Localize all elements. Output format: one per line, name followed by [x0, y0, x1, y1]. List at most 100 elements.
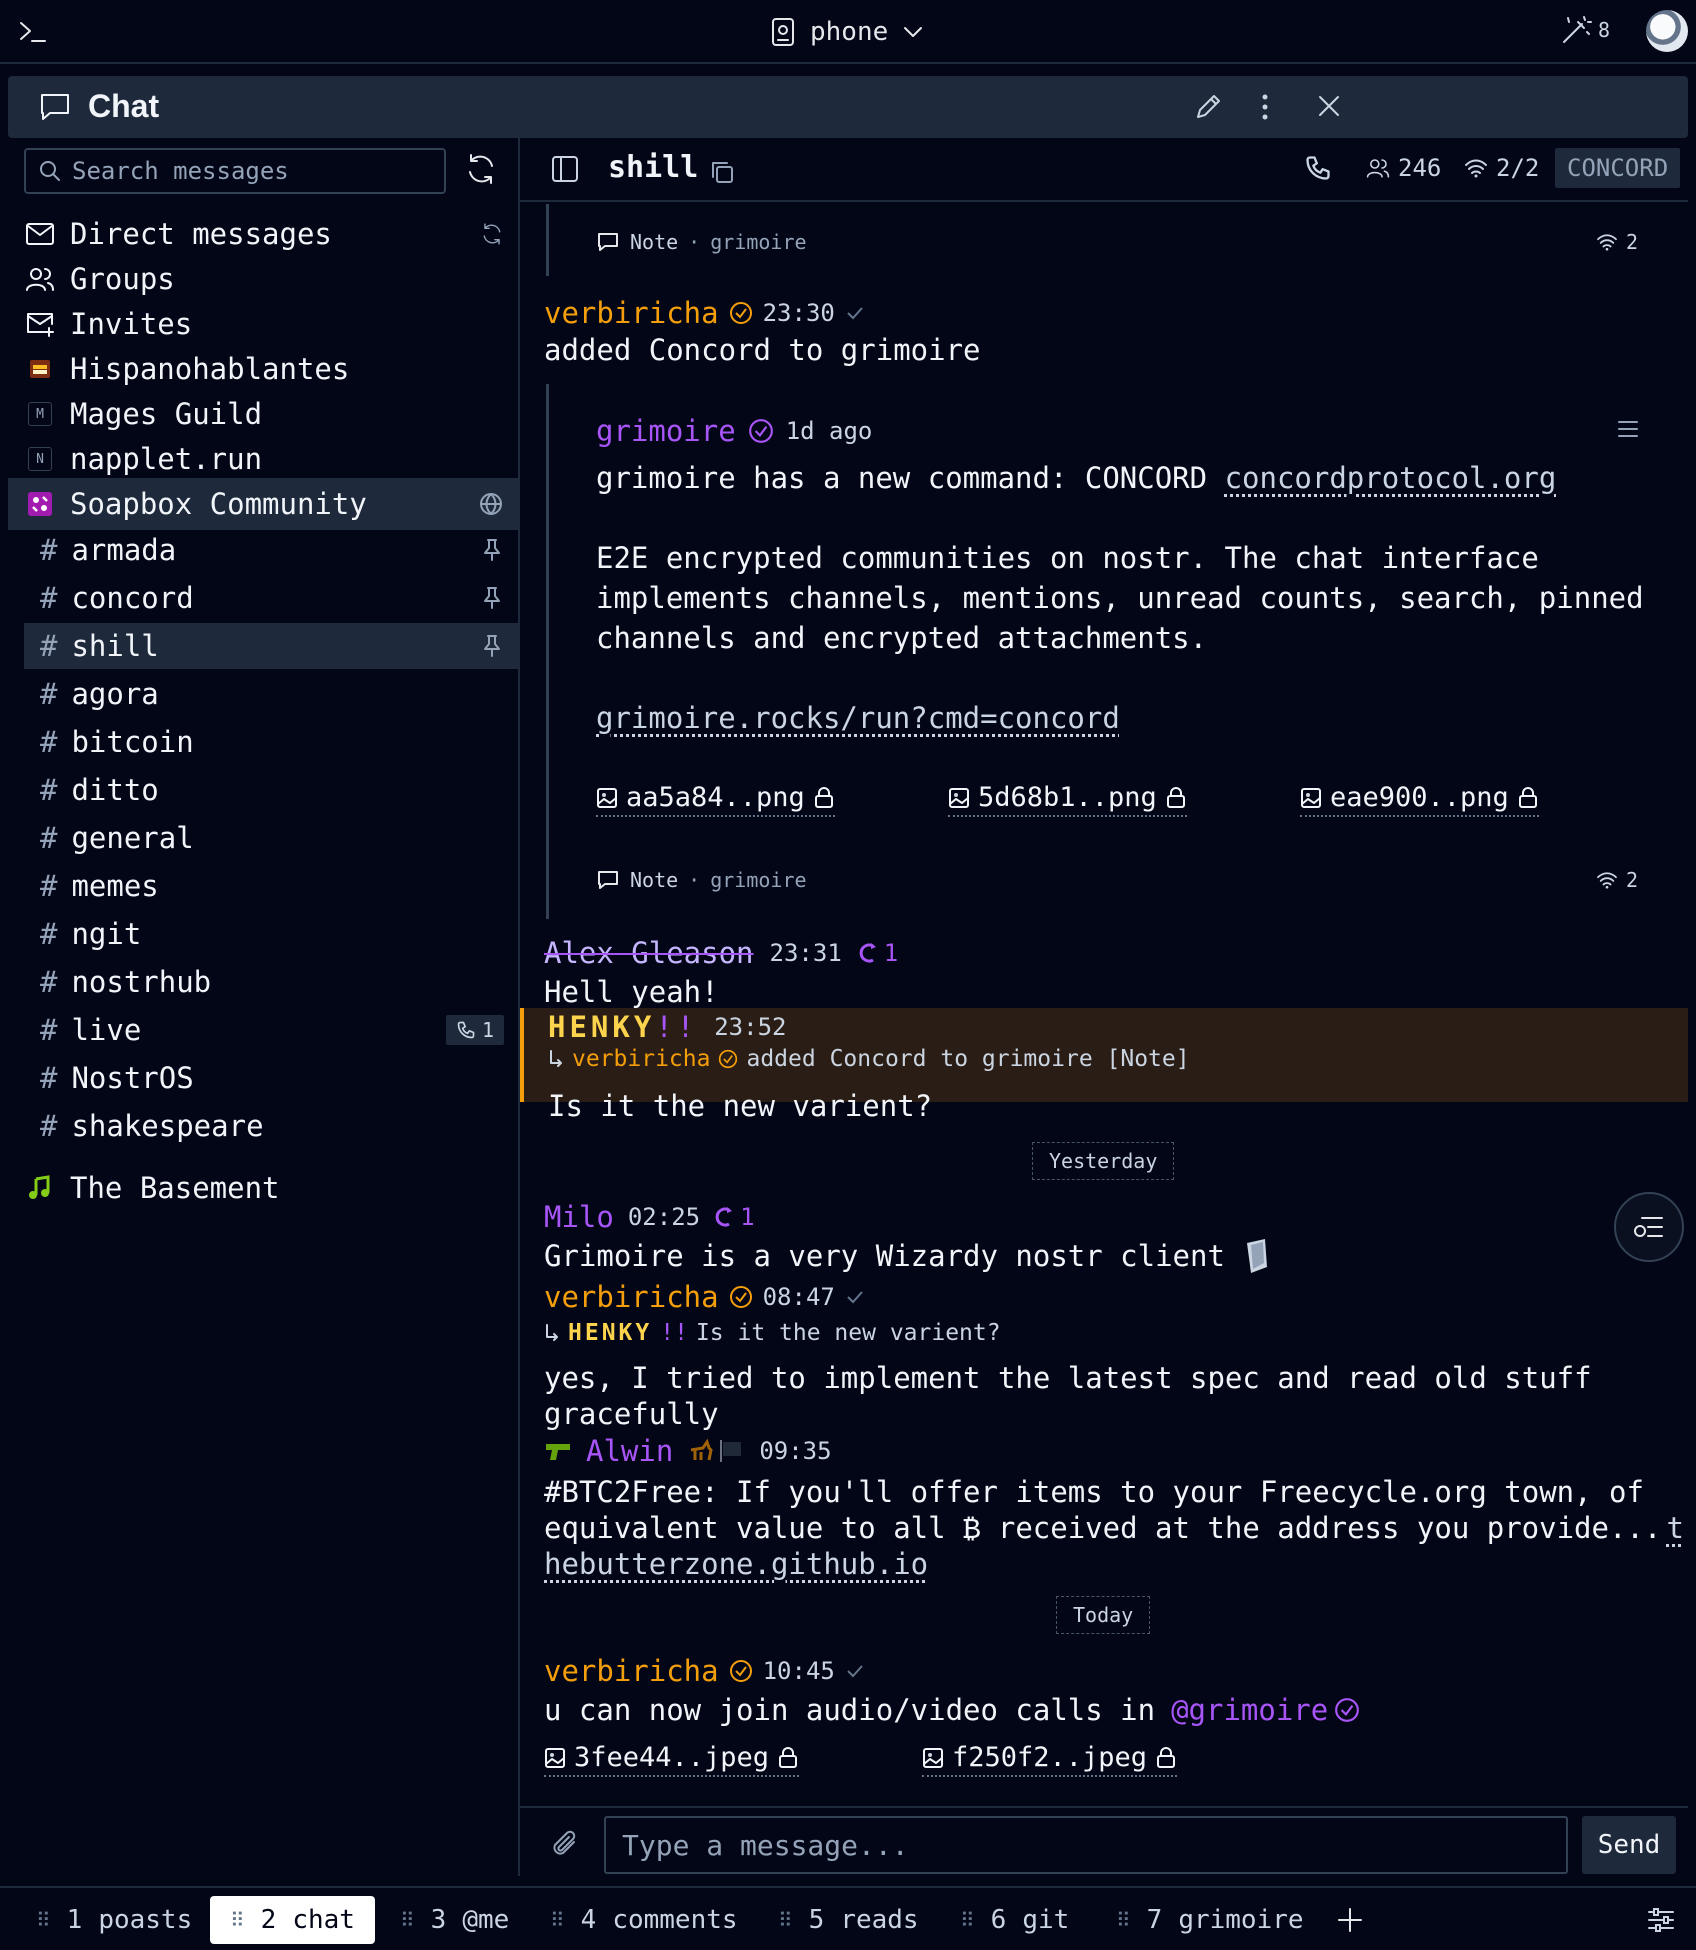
paperclip-icon[interactable]: [550, 1828, 580, 1860]
reply-author: HENKY: [568, 1320, 653, 1346]
quote-link[interactable]: concordprotocol.org: [1225, 461, 1557, 495]
pin-icon[interactable]: [482, 586, 502, 610]
copy-icon[interactable]: [708, 158, 736, 186]
channel-label: nostrhub: [71, 965, 212, 999]
quote-link[interactable]: grimoire.rocks/run?cmd=concord: [596, 701, 1120, 735]
attachment[interactable]: aa5a84..png: [596, 782, 835, 817]
message-author[interactable]: Milo: [544, 1200, 614, 1234]
add-tab-plus-icon[interactable]: [1336, 1906, 1364, 1934]
message-author[interactable]: HENKY!!: [548, 1010, 698, 1044]
call-button[interactable]: [1304, 154, 1332, 182]
globe-icon[interactable]: [478, 491, 504, 517]
drag-handle-icon[interactable]: ⠿: [550, 1908, 565, 1932]
channel-nostrhub[interactable]: # nostrhub: [24, 959, 518, 1005]
message-header: Alwin 09:35: [544, 1434, 832, 1468]
search-messages-field[interactable]: Search messages: [24, 148, 446, 194]
terminal-prompt-icon[interactable]: [18, 18, 48, 46]
boost-count[interactable]: 1: [714, 1203, 755, 1231]
sidebar-item-the-basement[interactable]: The Basement: [8, 1162, 518, 1214]
message-input[interactable]: [604, 1816, 1568, 1874]
tab-poasts[interactable]: ⠿ 1 poasts: [16, 1896, 212, 1944]
sync-icon[interactable]: [480, 222, 504, 246]
message-author[interactable]: Alwin: [586, 1434, 673, 1468]
drag-handle-icon[interactable]: ⠿: [1116, 1908, 1131, 1932]
sidebar-toggle-icon[interactable]: [550, 154, 580, 184]
message-list[interactable]: Note · grimoire 2 verbiricha 23:30 added…: [520, 204, 1688, 1804]
user-avatar[interactable]: [1646, 10, 1688, 52]
reply-text: Is it the new varient?: [695, 1320, 1001, 1346]
reply-context[interactable]: verbiricha added Concord to grimoire [No…: [548, 1046, 1190, 1072]
zap-icon: [858, 941, 878, 965]
pin-icon[interactable]: [482, 634, 502, 658]
message-author[interactable]: verbiricha: [544, 1280, 719, 1314]
message-link[interactable]: t: [1667, 1508, 1684, 1548]
drag-handle-icon[interactable]: ⠿: [960, 1908, 975, 1932]
note-source: grimoire: [710, 230, 807, 254]
channel-ditto[interactable]: # ditto: [24, 767, 518, 813]
relay-status[interactable]: 2/2: [1464, 154, 1539, 182]
more-vertical-icon[interactable]: [1258, 91, 1272, 123]
attachment[interactable]: 3fee44..jpeg: [544, 1742, 800, 1777]
attachment[interactable]: eae900..png: [1300, 782, 1539, 817]
quote-author[interactable]: grimoire: [596, 414, 736, 448]
wand-button[interactable]: 8: [1560, 14, 1610, 46]
tab-comments[interactable]: ⠿ 4 comments: [530, 1896, 758, 1944]
mention[interactable]: @grimoire: [1171, 1690, 1360, 1730]
channel-live[interactable]: # live 1: [24, 1007, 518, 1053]
message-header: HENKY!! 23:52: [548, 1010, 786, 1044]
channel-general[interactable]: # general: [24, 815, 518, 861]
wifi-icon: [1596, 233, 1618, 251]
attachment[interactable]: 5d68b1..png: [948, 782, 1187, 817]
channel-memes[interactable]: # memes: [24, 863, 518, 909]
message-author[interactable]: Alex Gleason: [544, 936, 754, 970]
channel-shill[interactable]: # shill: [24, 623, 518, 669]
live-call-badge[interactable]: 1: [445, 1015, 504, 1045]
tab-git[interactable]: ⠿ 6 git: [940, 1896, 1089, 1944]
message-author[interactable]: verbiricha: [544, 1654, 719, 1688]
drag-handle-icon[interactable]: ⠿: [230, 1908, 245, 1932]
tab-grimoire[interactable]: ⠿ 7 grimoire: [1096, 1896, 1324, 1944]
tab-me[interactable]: ⠿ 3 @me: [380, 1896, 529, 1944]
group-letter-badge: N: [28, 447, 52, 471]
tab-reads[interactable]: ⠿ 5 reads: [758, 1896, 939, 1944]
channel-armada[interactable]: # armada: [24, 527, 518, 573]
sidebar-item-soapbox-community[interactable]: Soapbox Community: [8, 478, 518, 530]
workspace-selector[interactable]: phone: [770, 12, 924, 52]
channel-concord[interactable]: # concord: [24, 575, 518, 621]
note-kind: Note: [630, 230, 679, 254]
phone-icon: [770, 17, 796, 47]
chevron-down-icon: [902, 25, 924, 39]
drag-handle-icon[interactable]: ⠿: [778, 1908, 793, 1932]
channel-agora[interactable]: # agora: [24, 671, 518, 717]
channel-nostros[interactable]: # NostrOS: [24, 1055, 518, 1101]
chat-window-header: Chat: [8, 76, 1688, 138]
message-author[interactable]: verbiricha: [544, 296, 719, 330]
edit-pencil-icon[interactable]: [1192, 91, 1224, 123]
member-count[interactable]: 246: [1366, 154, 1441, 182]
thread-summary-button[interactable]: [1614, 1192, 1684, 1262]
boost-count[interactable]: 1: [858, 939, 898, 967]
reply-context[interactable]: HENKY !! Is it the new varient?: [544, 1320, 1001, 1346]
close-icon[interactable]: [1314, 91, 1344, 121]
channel-ngit[interactable]: # ngit: [24, 911, 518, 957]
pin-icon[interactable]: [482, 538, 502, 562]
channel-bitcoin[interactable]: # bitcoin: [24, 719, 518, 765]
message-link[interactable]: hebutterzone.github.io: [544, 1547, 928, 1581]
drag-handle-icon[interactable]: ⠿: [400, 1908, 415, 1932]
message-header: verbiricha 10:45: [544, 1654, 865, 1688]
settings-sliders-icon[interactable]: [1646, 1906, 1676, 1934]
channel-label: armada: [71, 533, 177, 567]
channel-shakespeare[interactable]: # shakespeare: [24, 1103, 518, 1149]
tab-chat[interactable]: ⠿ 2 chat: [210, 1896, 375, 1944]
channel-label: bitcoin: [71, 725, 194, 759]
refresh-icon[interactable]: [464, 152, 498, 186]
attachment[interactable]: f250f2..jpeg: [922, 1742, 1178, 1777]
drag-handle-icon[interactable]: ⠿: [36, 1908, 51, 1932]
image-icon: [596, 787, 618, 809]
group-avatar-icon: [24, 357, 56, 381]
menu-icon[interactable]: [1616, 418, 1640, 440]
message-body: u can now join audio/video calls in @gri…: [544, 1690, 1360, 1730]
message-time: 09:35: [759, 1437, 832, 1465]
magic-wand-icon: [1560, 14, 1592, 46]
send-button[interactable]: Send: [1582, 1816, 1676, 1874]
